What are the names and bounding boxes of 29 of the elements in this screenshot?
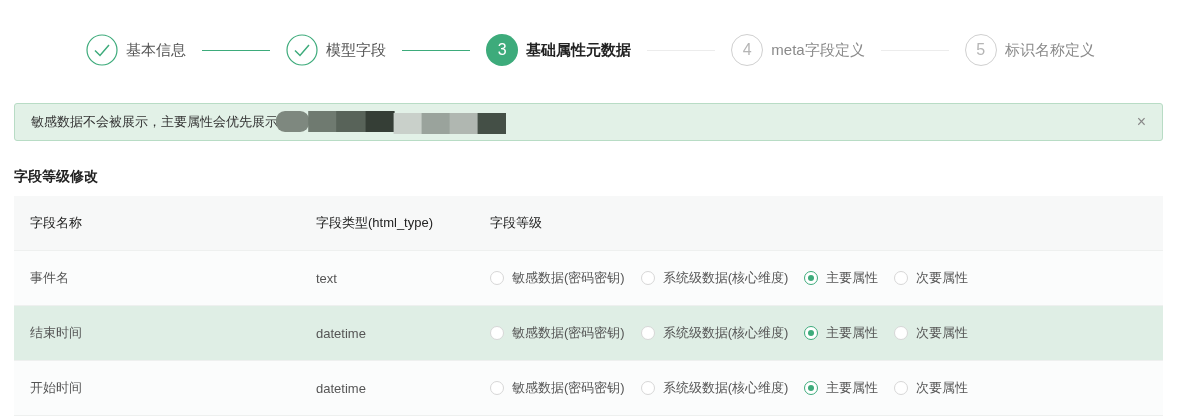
- radio-option[interactable]: 敏感数据(密码密钥): [490, 324, 625, 342]
- radio-option[interactable]: 主要属性: [804, 269, 879, 287]
- step-label[interactable]: 标识名称定义: [1004, 40, 1095, 60]
- radio-option[interactable]: 主要属性: [804, 379, 879, 397]
- table-cell-text: datetime: [316, 380, 367, 396]
- step-number: 3: [486, 34, 519, 66]
- radio-option[interactable]: 次要属性: [894, 379, 969, 397]
- radio-option[interactable]: 主要属性: [804, 324, 879, 342]
- table-cell-text: datetime: [316, 325, 367, 341]
- step-label[interactable]: meta字段定义: [771, 40, 865, 60]
- table-cell-text: 结束时间: [30, 324, 83, 342]
- column-header: 字段类型(html_type): [316, 214, 435, 232]
- column-header: 字段名称: [30, 214, 83, 232]
- step-label[interactable]: 模型字段: [326, 40, 387, 60]
- table-cell-text: text: [316, 270, 338, 286]
- section-title: 字段等级修改: [14, 168, 99, 186]
- radio-option[interactable]: 系统级数据(核心维度): [640, 379, 789, 397]
- radio-option[interactable]: 敏感数据(密码密钥): [490, 269, 625, 287]
- step-label[interactable]: 基本信息: [126, 40, 187, 60]
- radio-option[interactable]: 系统级数据(核心维度): [640, 324, 789, 342]
- radio-option[interactable]: 系统级数据(核心维度): [640, 269, 789, 287]
- column-header: 字段等级: [490, 214, 543, 232]
- table-cell-text: 事件名: [30, 269, 70, 287]
- alert-message: 敏感数据不会被展示，主要属性会优先展示: [31, 113, 278, 131]
- radio-option[interactable]: 敏感数据(密码密钥): [490, 379, 625, 397]
- radio-option[interactable]: 次要属性: [894, 324, 969, 342]
- step-label[interactable]: 基础属性元数据: [526, 40, 632, 60]
- table-cell-text: 开始时间: [30, 379, 83, 397]
- radio-option[interactable]: 次要属性: [894, 269, 969, 287]
